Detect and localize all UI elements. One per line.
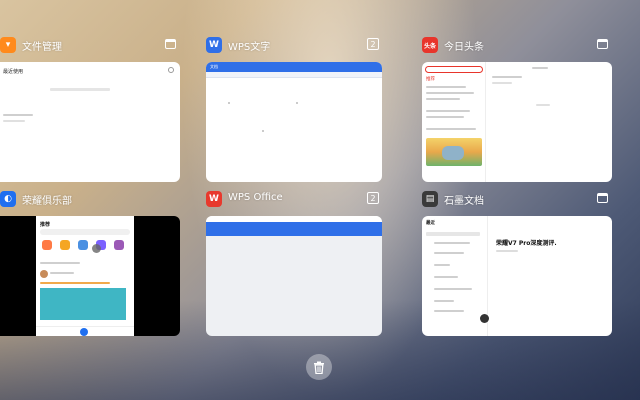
search-bar xyxy=(40,229,130,235)
thumb-line xyxy=(426,128,476,130)
thumb-line xyxy=(426,98,460,100)
add-doc-button xyxy=(480,314,489,323)
thumb-line xyxy=(532,67,548,69)
recent-card-honor-club[interactable]: ◐ 荣耀俱乐部 推荐 xyxy=(0,188,180,338)
wps-office-app-icon: W xyxy=(206,191,222,207)
thumb-line xyxy=(434,276,458,278)
thumb-tab: 最近 xyxy=(426,221,435,226)
shimo-app-icon: ▤ xyxy=(422,191,438,207)
app-thumbnail[interactable]: 最近 荣耀V7 Pro深度测评. xyxy=(422,216,612,336)
toolbar: 文档 xyxy=(206,62,382,72)
app-name: 石墨文档 xyxy=(444,196,484,207)
thumb-line xyxy=(40,282,110,284)
card-header: 头条 今日头条 xyxy=(422,34,612,56)
window-count-badge[interactable]: 2 xyxy=(367,192,379,204)
bottom-nav xyxy=(36,326,134,336)
thumb-tab: 推荐 xyxy=(426,77,435,82)
news-feed-pane: 推荐 xyxy=(422,62,486,182)
thumb-line xyxy=(536,104,550,106)
file-manager-app-icon: ▾ xyxy=(0,37,16,53)
card-header: W WPS Office 2 xyxy=(206,188,382,210)
trash-icon xyxy=(314,361,324,374)
thumb-line xyxy=(434,264,450,266)
thumb-line xyxy=(496,250,518,252)
card-header: ◐ 荣耀俱乐部 xyxy=(0,188,180,210)
avatar xyxy=(40,270,48,278)
doc-list-pane: 最近 xyxy=(422,216,489,336)
doc-heading: 荣耀V7 Pro深度测评. xyxy=(496,240,557,247)
app-name: 今日头条 xyxy=(444,42,484,53)
window-icon[interactable] xyxy=(597,39,608,49)
card-header: ▾ 文件管理 xyxy=(0,34,180,56)
thumb-line xyxy=(434,300,454,302)
toolbar xyxy=(206,222,382,236)
touch-indicator xyxy=(92,244,101,253)
card-header: W WPS文字 2 xyxy=(206,34,382,56)
phone-screen: 推荐 xyxy=(36,216,134,336)
app-thumbnail[interactable] xyxy=(206,216,382,336)
app-name: WPS文字 xyxy=(228,42,271,53)
wps-writer-app-icon: W xyxy=(206,37,222,53)
thumb-line xyxy=(434,310,464,312)
shortcut-icon xyxy=(60,240,70,250)
thumb-line xyxy=(426,92,474,94)
thumb-line xyxy=(3,120,25,122)
window-count-badge[interactable]: 2 xyxy=(367,38,379,50)
thumb-line xyxy=(426,116,464,118)
thumb-title: 最近使用 xyxy=(3,69,24,75)
thumb-line xyxy=(3,114,33,116)
window-icon[interactable] xyxy=(165,39,176,49)
recent-card-toutiao[interactable]: 头条 今日头条 推荐 xyxy=(422,34,612,184)
add-post-button xyxy=(80,328,88,336)
clear-all-button[interactable] xyxy=(306,354,332,380)
app-name: 荣耀俱乐部 xyxy=(22,196,72,207)
thumb-tab: 推荐 xyxy=(40,222,51,228)
ribbon xyxy=(206,72,382,78)
thumb-line xyxy=(262,130,264,132)
news-image xyxy=(426,138,482,166)
search-bar xyxy=(425,66,483,73)
recent-card-file-manager[interactable]: ▾ 文件管理 最近使用 xyxy=(0,34,180,184)
thumb-line xyxy=(492,82,512,84)
toutiao-app-icon: 头条 xyxy=(422,37,438,53)
thumb-line xyxy=(426,232,480,236)
app-thumbnail[interactable]: 最近使用 xyxy=(0,62,180,182)
recent-card-wps-office[interactable]: W WPS Office 2 xyxy=(206,188,382,338)
search-icon xyxy=(168,67,174,73)
thumb-line xyxy=(426,110,470,112)
elephant-illustration xyxy=(442,146,464,160)
thumb-line xyxy=(426,86,466,88)
thumb-line xyxy=(434,288,472,290)
thumb-title: 文档 xyxy=(210,64,218,69)
thumb-line xyxy=(492,76,522,78)
card-header: ▤ 石墨文档 xyxy=(422,188,612,210)
article-pane xyxy=(488,62,612,182)
app-name: WPS Office xyxy=(228,192,283,203)
app-name: 文件管理 xyxy=(22,42,62,53)
shortcut-icon xyxy=(78,240,88,250)
shortcut-icon xyxy=(114,240,124,250)
thumb-line xyxy=(296,102,298,104)
recent-card-shimo-docs[interactable]: ▤ 石墨文档 最近 荣耀V7 Pro深度测评. xyxy=(422,188,612,338)
app-thumbnail[interactable]: 文档 xyxy=(206,62,382,182)
shortcut-icon xyxy=(42,240,52,250)
thumb-line xyxy=(50,88,110,91)
thumb-line xyxy=(434,252,464,254)
document-pane: 荣耀V7 Pro深度测评. xyxy=(490,216,612,336)
thumb-line xyxy=(434,242,470,244)
app-thumbnail[interactable]: 推荐 xyxy=(422,62,612,182)
thumb-line xyxy=(50,272,74,274)
recent-card-wps-writer[interactable]: W WPS文字 2 文档 xyxy=(206,34,382,184)
window-icon[interactable] xyxy=(597,193,608,203)
honor-club-app-icon: ◐ xyxy=(0,191,16,207)
thumb-line xyxy=(40,262,80,264)
app-thumbnail[interactable]: 推荐 xyxy=(0,216,180,336)
thumb-line xyxy=(228,102,230,104)
post-image xyxy=(40,288,126,320)
